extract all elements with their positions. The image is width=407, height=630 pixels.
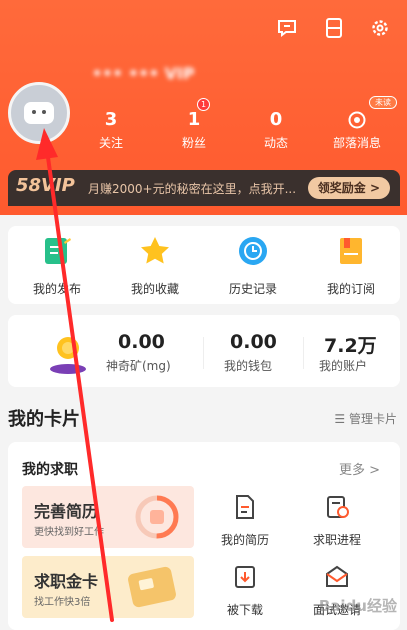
- stat-value: 1: [187, 109, 201, 130]
- account-value[interactable]: 7.2万: [324, 331, 377, 358]
- job-item-downloaded[interactable]: 被下载: [200, 564, 290, 618]
- complete-resume-promo[interactable]: 完善简历 更快找到好工作: [22, 486, 194, 548]
- stat-fans[interactable]: 1 粉丝: [158, 110, 230, 151]
- subscribe-icon: [340, 238, 362, 264]
- promo-title: 求职金卡: [34, 572, 99, 591]
- wallet-value[interactable]: 0.00: [230, 331, 277, 353]
- invite-icon: [326, 565, 348, 587]
- quick-item-label: 历史记录: [228, 282, 277, 296]
- promo-title: 完善简历: [34, 502, 99, 521]
- quick-item-label: 我的订阅: [326, 282, 375, 296]
- quick-item-subscriptions[interactable]: 我的订阅: [302, 234, 400, 297]
- quick-item-favorites[interactable]: 我的收藏: [106, 234, 204, 297]
- stat-tribe-messages[interactable]: 部落消息: [321, 110, 393, 151]
- unread-badge: 未读: [369, 96, 397, 109]
- manage-cards-link[interactable]: ☰ 管理卡片: [334, 410, 397, 427]
- stat-value: 3: [104, 109, 118, 130]
- stat-label: 动态: [263, 136, 288, 150]
- promo-subtitle: 更快找到好工作: [34, 527, 104, 538]
- resume-icon: [236, 495, 254, 519]
- job-item-label: 被下载: [226, 603, 263, 617]
- username[interactable]: ••• ••• VIP: [92, 64, 195, 84]
- progress-icon: [327, 496, 349, 518]
- stat-label: 粉丝: [181, 136, 206, 150]
- account-label: 我的账户: [319, 359, 368, 373]
- gold-card-icon: [128, 566, 176, 608]
- chat-icon[interactable]: [276, 17, 298, 39]
- stat-posts[interactable]: 0 动态: [240, 110, 312, 151]
- star-icon: [141, 237, 169, 264]
- edit-icon: [45, 238, 71, 264]
- avatar-robot-icon: [24, 102, 54, 124]
- cards-section-title: 我的卡片: [8, 409, 80, 430]
- download-icon: [235, 566, 255, 588]
- stat-following[interactable]: 3 关注: [75, 110, 147, 151]
- quick-item-my-posts[interactable]: 我的发布: [8, 234, 106, 297]
- progress-ring-icon: [135, 495, 179, 539]
- wallet-label: 我的钱包: [224, 359, 273, 373]
- more-link[interactable]: 更多 >: [339, 459, 380, 478]
- magic-ore-value[interactable]: 0.00: [118, 331, 165, 353]
- job-item-label: 我的简历: [220, 533, 269, 547]
- watermark: Baidu经验: [318, 597, 397, 615]
- job-item-progress[interactable]: 求职进程: [292, 494, 382, 548]
- gear-icon[interactable]: [369, 17, 391, 39]
- quick-item-label: 我的发布: [32, 282, 81, 296]
- claim-reward-button[interactable]: 领奖励金 >: [307, 177, 390, 199]
- divider: [203, 337, 204, 369]
- avatar[interactable]: [8, 82, 70, 144]
- stat-value: 0: [269, 109, 283, 130]
- promo-subtitle: 找工作快3倍: [34, 597, 91, 608]
- job-item-label: 求职进程: [312, 533, 361, 547]
- stat-label: 关注: [98, 136, 123, 150]
- job-gold-card-promo[interactable]: 求职金卡 找工作快3倍: [22, 556, 194, 618]
- quick-actions-card: 我的发布 我的收藏 历史记录 我的订阅: [8, 226, 400, 304]
- tribe-icon: [348, 111, 366, 129]
- wallet-card: 0.00 神奇矿(mg) 0.00 我的钱包 7.2万 我的账户: [8, 315, 400, 387]
- quick-item-label: 我的收藏: [130, 282, 179, 296]
- clock-icon: [239, 237, 267, 265]
- scan-card-icon[interactable]: [323, 17, 345, 39]
- vip-banner[interactable]: 58VIP 月赚2000+元的秘密在这里，点我开... 领奖励金 >: [8, 170, 400, 206]
- stat-label: 部落消息: [332, 136, 381, 150]
- magic-ore-label: 神奇矿(mg): [106, 359, 171, 373]
- vip-promo-text: 月赚2000+元的秘密在这里，点我开...: [88, 182, 297, 196]
- vip-logo: 58VIP: [16, 175, 75, 196]
- magic-ore-icon: [50, 337, 86, 374]
- job-item-my-resume[interactable]: 我的简历: [200, 494, 290, 548]
- list-icon: ☰: [334, 412, 349, 426]
- quick-item-history[interactable]: 历史记录: [204, 234, 302, 297]
- manage-cards-label: 管理卡片: [348, 412, 397, 426]
- divider: [303, 337, 304, 369]
- job-card-title: 我的求职: [22, 462, 78, 478]
